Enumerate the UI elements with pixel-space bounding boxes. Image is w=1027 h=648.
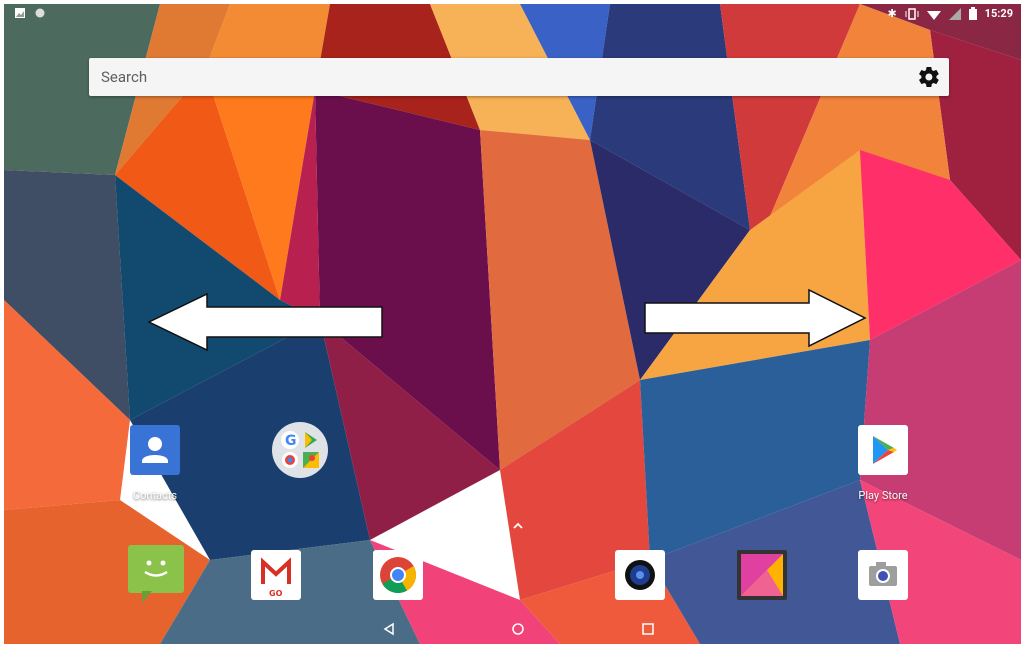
home-icon[interactable] [505, 618, 531, 640]
gear-icon[interactable] [917, 65, 941, 89]
status-bar: ✱ 15:29 [4, 4, 1021, 24]
status-time: 15:29 [984, 7, 1013, 20]
svg-text:GO: GO [269, 589, 283, 598]
recents-icon[interactable] [635, 618, 661, 640]
svg-text:G: G [285, 433, 297, 449]
image-notification-icon [15, 8, 25, 18]
search-placeholder[interactable]: Search [101, 68, 147, 86]
vibrate-icon [905, 7, 919, 20]
left-arrow [147, 292, 383, 352]
google-apps-folder-icon[interactable]: G [272, 422, 328, 478]
search-bar[interactable]: Search [89, 58, 949, 96]
gmail-go-icon[interactable]: GO [251, 550, 301, 600]
chrome-icon[interactable] [373, 550, 423, 600]
messaging-icon[interactable] [128, 545, 184, 603]
app-label: Contacts [132, 489, 178, 502]
circle-notification-icon [35, 8, 45, 18]
wifi-icon [926, 10, 941, 20]
right-arrow [644, 288, 867, 348]
app-play-store[interactable]: Play Store [843, 425, 923, 502]
contacts-icon[interactable] [130, 425, 180, 475]
frame-left [0, 0, 4, 648]
play-store-icon[interactable] [858, 425, 908, 475]
chevron-up-icon[interactable] [510, 520, 526, 532]
back-icon[interactable] [377, 618, 403, 640]
app-contacts[interactable]: Contacts [115, 425, 195, 502]
battery-icon [968, 7, 977, 20]
app-label: Play Store [858, 489, 908, 502]
camera-icon[interactable] [858, 550, 908, 600]
signal-icon [948, 7, 961, 20]
bluetooth-icon: ✱ [887, 7, 897, 20]
frame-bottom [0, 644, 1027, 648]
frame-right [1021, 0, 1027, 648]
music-speaker-icon[interactable] [615, 550, 665, 600]
app-google-folder[interactable]: G [260, 422, 340, 478]
gallery-icon[interactable] [737, 550, 787, 600]
